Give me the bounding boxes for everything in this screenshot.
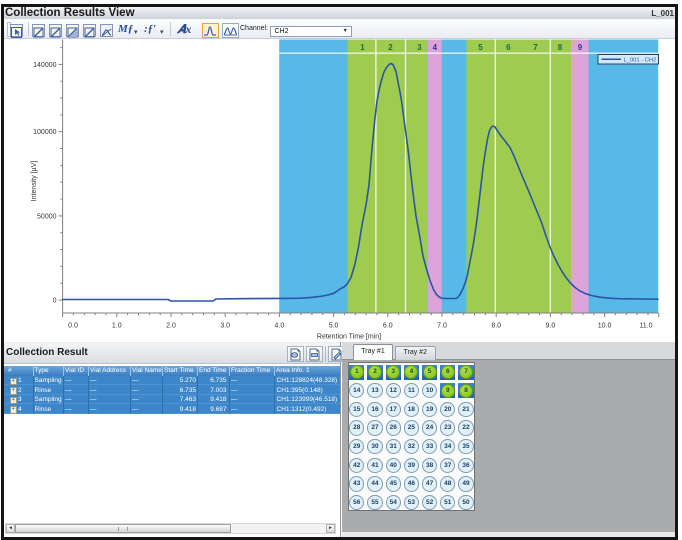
svg-text:1.0: 1.0 [112,323,122,330]
svg-text:0.0: 0.0 [68,323,78,330]
svg-text:2.0: 2.0 [166,323,176,330]
svg-text:5: 5 [478,43,483,52]
svg-text:5.0: 5.0 [329,323,339,330]
svg-text:3: 3 [417,43,422,52]
svg-text:4.0: 4.0 [275,323,285,330]
svg-text:9.0: 9.0 [546,323,556,330]
svg-text:7: 7 [533,43,538,52]
svg-text:0: 0 [53,297,57,304]
svg-text:11.0: 11.0 [639,323,652,330]
svg-text:Retention Time [min]: Retention Time [min] [317,334,381,341]
svg-text:1: 1 [360,43,365,52]
svg-text:Intensity [µV]: Intensity [µV] [31,161,38,202]
svg-text:2: 2 [388,43,393,52]
svg-text:8: 8 [558,43,563,52]
svg-text:4: 4 [433,43,438,52]
svg-text:6: 6 [506,43,511,52]
svg-text:L_001 - CH2: L_001 - CH2 [624,58,657,64]
svg-text:10.0: 10.0 [598,323,612,330]
svg-text:100000: 100000 [33,129,56,136]
svg-text:50000: 50000 [37,213,57,220]
svg-text:3.0: 3.0 [220,323,230,330]
svg-text:6.0: 6.0 [383,323,393,330]
svg-text:8.0: 8.0 [491,323,501,330]
svg-text:9: 9 [578,43,583,52]
svg-text:140000: 140000 [33,62,56,69]
svg-text:7.0: 7.0 [437,323,447,330]
